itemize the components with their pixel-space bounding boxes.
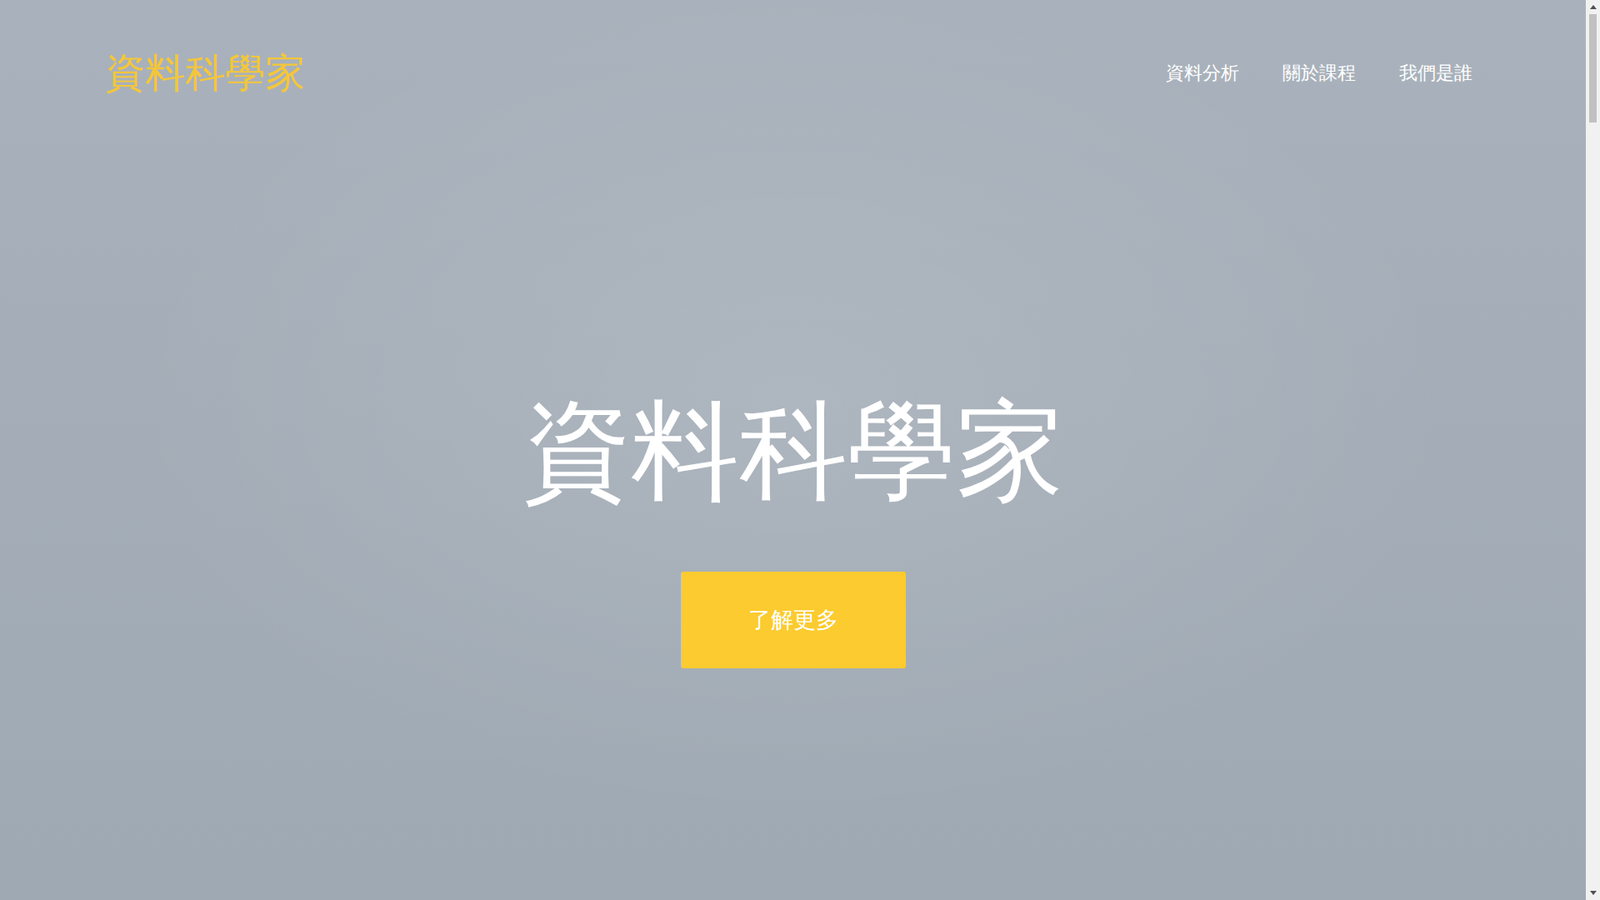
nav-item[interactable]: 資料分析 bbox=[1165, 61, 1240, 86]
scroll-up-icon[interactable] bbox=[1585, 0, 1600, 15]
hero-title: 資料科學家 bbox=[522, 386, 1065, 517]
learn-more-button[interactable]: 了解更多 bbox=[680, 571, 906, 669]
header: 資料科學家 資料分析 關於課程 我們是誰 bbox=[0, 0, 1586, 99]
nav-item[interactable]: 關於課程 bbox=[1282, 61, 1356, 86]
logo[interactable]: 資料科學家 bbox=[105, 49, 305, 98]
hero: 資料科學家了解更多 bbox=[0, 98, 1586, 669]
nav-menu: 資料分析 關於課程 我們是誰 bbox=[1165, 61, 1473, 86]
nav-item[interactable]: 我們是誰 bbox=[1399, 61, 1473, 86]
scrollbar[interactable] bbox=[1585, 0, 1600, 900]
scrollbar-thumb[interactable] bbox=[1589, 14, 1597, 123]
down-arrow-icon bbox=[1590, 890, 1597, 895]
hero-background-image: 資料科學家資料分析關於課程我們是誰資料科學家了解更多 bbox=[0, 0, 1586, 900]
scrollbar-track[interactable] bbox=[1585, 14, 1600, 886]
up-arrow-icon bbox=[1590, 5, 1597, 10]
scroll-down-icon[interactable] bbox=[1585, 885, 1600, 900]
